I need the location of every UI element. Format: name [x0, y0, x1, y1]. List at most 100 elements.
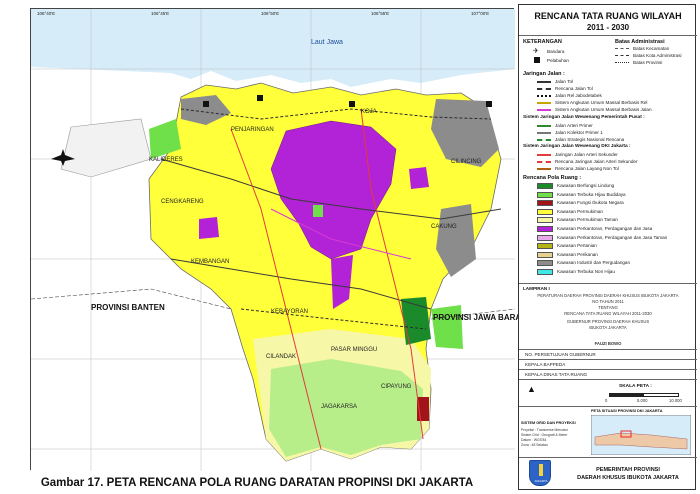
- org-line: DAERAH KHUSUS IBUKOTA JAKARTA: [577, 475, 679, 481]
- road-line-icon: [537, 154, 551, 156]
- divider: [519, 457, 697, 458]
- road-line-icon: [537, 81, 551, 83]
- pola-label: Kawasan Permukiman: [557, 208, 603, 214]
- divider: [519, 283, 697, 284]
- pola-label: Kawasan Permukiman Taman: [557, 217, 618, 223]
- divider: [519, 35, 697, 36]
- road-line-icon: [537, 88, 551, 90]
- place-label: KEMBANGAN: [191, 259, 230, 265]
- map-frame: Laut Jawa PROVINSI BANTEN PROVINSI JAWA …: [30, 8, 525, 471]
- divider: [519, 369, 697, 370]
- gubernur-line: GUBERNUR PROVINSI DAERAH KHUSUS: [566, 319, 650, 324]
- sistem-pusat-title: Sistem Jaringan Jalan Wewenang Pemerinta…: [523, 115, 645, 120]
- perkantoran-area-4: [409, 167, 429, 189]
- lampiran-line: NO TAHUN 2011: [592, 299, 624, 304]
- proj-line: Zona : 48 Selatan: [521, 443, 548, 447]
- coord-label: 106°55'E: [371, 11, 390, 16]
- harbor-legend-icon: [534, 57, 540, 63]
- sign-row-label: KEPALA DINAS TATA RUANG: [525, 372, 588, 377]
- airport-legend-icon: ✈: [533, 48, 539, 55]
- legend-panel: RENCANA TATA RUANG WILAYAH 2011 - 2030 K…: [518, 4, 697, 490]
- road-line-icon: [537, 168, 551, 170]
- index-map: [591, 415, 691, 455]
- pola-label: Kawasan Perikanan: [557, 251, 598, 257]
- place-label: KOJA: [361, 109, 377, 115]
- legend-label: Sistem Angkutan Umum Massal Berbasis Jal…: [555, 107, 652, 112]
- pola-swatch: [537, 269, 553, 275]
- lampiran-line: RENCANA TATA RUANG WILAYAH 2011-2030: [564, 311, 652, 316]
- divider: [519, 379, 697, 380]
- sistem-grid-title: SISTEM GRID DAN PROYEKSI: [521, 421, 576, 425]
- place-label: CAKUNG: [431, 224, 457, 230]
- place-label: CENGKARENG: [161, 199, 204, 205]
- region-banten-label: PROVINSI BANTEN: [91, 303, 165, 312]
- pola-label: Kawasan Perkantoran, Perdagangan dan Jas…: [557, 226, 653, 231]
- jaringan-title: Jaringan Jalan :: [523, 71, 565, 77]
- coord-label: 106°45'E: [151, 11, 170, 16]
- legend-label: Jalan Tol: [555, 79, 574, 84]
- legend-label: Rencana Jalan Tol: [555, 86, 593, 91]
- proj-line: Sistem Grid : Geografi & Meter: [521, 433, 568, 437]
- org-line: PEMERINTAH PROVINSI: [596, 467, 660, 473]
- monas-green: [313, 205, 323, 217]
- legend-label: Jalan Strategis Nasional Rencana: [555, 137, 625, 142]
- land-use-map: [31, 9, 515, 471]
- lampiran-title: LAMPIRAN I: [523, 286, 550, 291]
- pola-label: Kawasan Terbuka Hijau Budidaya: [557, 191, 626, 197]
- lampiran-line: TENTANG: [598, 305, 618, 310]
- sistem-dki-title: Sistem Jaringan Jalan Wewenang DKI Jakar…: [523, 144, 631, 149]
- monas-icon: [539, 464, 543, 476]
- pola-swatch: [537, 234, 553, 241]
- place-label: KEBAYORAN: [271, 309, 308, 315]
- legend-label: Jalan Rel Jabodetabek: [555, 93, 602, 98]
- divider: [519, 359, 697, 360]
- legend-label: Rencana Jaringan Jalan Arteri Sekunder: [555, 159, 638, 164]
- batas-title: Batas Administrasi: [615, 39, 665, 45]
- gubernur-line: IBUKOTA JAKARTA: [589, 325, 627, 330]
- pola-label: Kawasan Terbuka Non Hijau: [557, 269, 615, 274]
- coord-label: 106°40'E: [37, 11, 56, 16]
- place-label: PENJARINGAN: [231, 127, 274, 133]
- jakarta-logo: JAKARTA: [529, 460, 551, 486]
- batas-line-icon: [615, 55, 629, 56]
- region-jabar-label: PROVINSI JAWA BARAT: [433, 313, 526, 322]
- pola-swatch: [537, 226, 553, 232]
- divider: [519, 406, 697, 407]
- green-east: [431, 305, 463, 349]
- legend-label: Batas Provinsi: [633, 60, 663, 65]
- road-line-icon: [537, 161, 551, 163]
- pola-label: Kawasan Industri dan Pergudangan: [557, 260, 631, 266]
- map-caption: Gambar 17. PETA RENCANA POLA RUANG DARAT…: [40, 477, 474, 489]
- sign-row-label: NO. PERSETUJUAN GUBERNUR: [525, 352, 596, 357]
- legend-label: Jalan Kolektor Primer 1: [555, 130, 603, 135]
- keterangan-title: KETERANGAN: [523, 39, 562, 45]
- pola-swatch: [537, 217, 553, 224]
- busway-line-icon: [537, 109, 551, 111]
- pola-label: Kawasan Fungsi Ibukota Negara: [557, 200, 624, 206]
- legend-label: Rencana Jalan Layang Non Tol: [555, 166, 619, 171]
- pola-label: Kawasan Perkantoran, Perdagangan dan Jas…: [557, 234, 668, 240]
- sea-label: Laut Jawa: [311, 39, 343, 46]
- proj-line: Proyeksi : Transverse Mercator: [521, 428, 568, 432]
- pola-swatch: [537, 251, 553, 258]
- index-map-title: PETA SITUASI PROVINSI DKI JAKARTA: [591, 409, 663, 413]
- rail-transit-line-icon: [537, 102, 551, 104]
- rail-line-icon: [537, 95, 551, 97]
- place-label: CILANDAK: [266, 354, 297, 360]
- place-label: CILINCING: [451, 159, 482, 165]
- scale-tick: 10.000: [669, 398, 682, 403]
- place-label: JAGAKARSA: [321, 404, 358, 410]
- scale-bar: [609, 393, 679, 397]
- legend-label: Jalan Arteri Primer: [555, 123, 593, 128]
- pola-swatch: [537, 243, 553, 250]
- skala-title: SKALA PETA :: [619, 384, 652, 389]
- panel-years: 2011 - 2030: [586, 23, 630, 32]
- logo-text: JAKARTA: [534, 479, 548, 483]
- legend-label: Sistem Angkutan Umum Massal Berbasis Rel: [555, 100, 648, 105]
- divider: [519, 349, 697, 350]
- road-line-icon: [537, 132, 551, 134]
- legend-label: Bandara: [547, 49, 565, 54]
- legend-label: Batas Kecamatan: [633, 46, 670, 51]
- perkantoran-area-3: [199, 217, 219, 239]
- scale-tick: 0: [605, 398, 608, 403]
